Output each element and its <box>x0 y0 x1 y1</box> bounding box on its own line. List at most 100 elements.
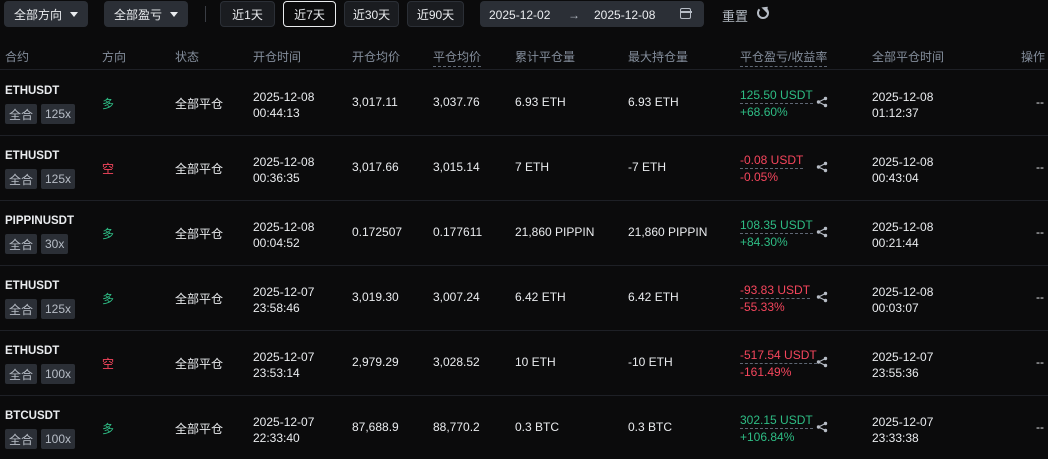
open-time: 23:58:46 <box>253 301 300 315</box>
pnl-amount[interactable]: -517.54 USDT <box>740 348 817 364</box>
status: 全部平仓 <box>175 357 224 371</box>
table-row: ETHUSDT 全合 100x 空 全部平仓 2025-12-07 23:53:… <box>0 331 1048 396</box>
cum-close-qty: 7 ETH <box>515 160 550 174</box>
open-datetime: 2025-12-08 00:36:35 <box>253 154 314 186</box>
leverage-badge: 125x <box>41 299 76 319</box>
max-hold-qty: 6.42 ETH <box>628 290 679 304</box>
direction-dropdown-label: 全部方向 <box>14 7 63 22</box>
action: -- <box>1036 355 1044 369</box>
range-7d-button[interactable]: 近7天 <box>283 1 336 27</box>
max-hold-qty: -10 ETH <box>628 355 673 369</box>
calendar-icon[interactable] <box>679 8 692 19</box>
max-hold-qty: 21,860 PIPPIN <box>628 225 708 239</box>
header-cum-close-qty: 累计平仓量 <box>515 50 576 64</box>
margin-mode-badge: 全合 <box>5 169 38 189</box>
open-avg-price: 2,979.29 <box>352 355 399 369</box>
cum-close-qty: 6.93 ETH <box>515 95 566 109</box>
open-date: 2025-12-07 <box>253 350 315 364</box>
open-avg-price: 87,688.9 <box>352 420 399 434</box>
range-30d-button[interactable]: 近30天 <box>344 1 399 27</box>
open-avg-price: 3,017.66 <box>352 160 399 174</box>
leverage-badge: 125x <box>41 104 76 124</box>
status: 全部平仓 <box>175 162 224 176</box>
close-date: 2025-12-07 <box>872 415 934 429</box>
header-open-time: 开仓时间 <box>253 50 302 64</box>
cum-close-qty: 10 ETH <box>515 355 556 369</box>
pnl-amount[interactable]: 302.15 USDT <box>740 413 813 429</box>
open-datetime: 2025-12-08 00:04:52 <box>253 219 314 251</box>
open-time: 00:36:35 <box>253 171 300 185</box>
range-1d-button[interactable]: 近1天 <box>220 1 275 27</box>
open-avg-price: 3,019.30 <box>352 290 399 304</box>
date-start[interactable]: 2025-12-02 <box>489 8 550 22</box>
header-open-avg: 开仓均价 <box>352 50 401 64</box>
symbol[interactable]: ETHUSDT <box>5 150 59 162</box>
max-hold-qty: -7 ETH <box>628 160 667 174</box>
table-row: ETHUSDT 全合 125x 多 全部平仓 2025-12-08 00:44:… <box>0 71 1048 136</box>
full-close-datetime: 2025-12-07 23:55:36 <box>872 349 933 381</box>
open-date: 2025-12-07 <box>253 415 315 429</box>
action: -- <box>1036 225 1044 239</box>
cum-close-qty: 6.42 ETH <box>515 290 566 304</box>
open-datetime: 2025-12-07 23:53:14 <box>253 349 314 381</box>
symbol[interactable]: ETHUSDT <box>5 280 59 292</box>
open-time: 00:44:13 <box>253 106 300 120</box>
open-avg-price: 3,017.11 <box>352 95 398 109</box>
margin-mode-badge: 全合 <box>5 234 38 254</box>
close-time: 23:33:38 <box>872 431 919 445</box>
share-icon[interactable] <box>816 356 828 368</box>
max-hold-qty: 0.3 BTC <box>628 420 673 434</box>
share-icon[interactable] <box>816 161 828 173</box>
symbol[interactable]: PIPPINUSDT <box>5 215 74 227</box>
share-icon[interactable] <box>816 291 828 303</box>
roi: +68.60% <box>740 105 788 119</box>
close-date: 2025-12-08 <box>872 155 934 169</box>
full-close-datetime: 2025-12-08 01:12:37 <box>872 89 933 121</box>
header-close-pnl[interactable]: 平仓盈亏/收益率 <box>740 48 828 67</box>
margin-mode-badge: 全合 <box>5 429 38 449</box>
open-datetime: 2025-12-07 23:58:46 <box>253 284 314 316</box>
reset-button[interactable]: 重置 <box>722 6 748 25</box>
close-pnl: -0.08 USDT -0.05% <box>740 152 804 186</box>
pnl-amount[interactable]: -0.08 USDT <box>740 153 804 169</box>
header-action: 操作 <box>1021 50 1046 64</box>
margin-mode-badge: 全合 <box>5 364 38 384</box>
header-max-hold-qty: 最大持仓量 <box>628 50 689 64</box>
direction: 空 <box>102 162 115 176</box>
share-icon[interactable] <box>816 226 828 238</box>
pnl-amount[interactable]: -93.83 USDT <box>740 283 811 299</box>
open-date: 2025-12-08 <box>253 155 315 169</box>
symbol[interactable]: ETHUSDT <box>5 85 59 97</box>
direction: 多 <box>102 227 115 241</box>
open-time: 22:33:40 <box>253 431 300 445</box>
pnl-dropdown[interactable]: 全部盈亏 <box>104 1 188 27</box>
header-close-avg[interactable]: 平仓均价 <box>433 48 482 67</box>
status: 全部平仓 <box>175 227 224 241</box>
range-90d-button[interactable]: 近90天 <box>407 1 464 27</box>
roi: -161.49% <box>740 365 792 379</box>
full-close-datetime: 2025-12-08 00:21:44 <box>872 219 933 251</box>
share-icon[interactable] <box>816 96 828 108</box>
close-avg-price: 3,028.52 <box>433 355 480 369</box>
close-pnl: 108.35 USDT +84.30% <box>740 217 813 251</box>
close-date: 2025-12-08 <box>872 90 934 104</box>
refresh-icon[interactable] <box>757 7 769 19</box>
open-avg-price: 0.172507 <box>352 225 403 239</box>
direction-dropdown[interactable]: 全部方向 <box>4 1 88 27</box>
action: -- <box>1036 290 1044 304</box>
pnl-amount[interactable]: 108.35 USDT <box>740 218 813 234</box>
date-end[interactable]: 2025-12-08 <box>594 8 655 22</box>
symbol[interactable]: BTCUSDT <box>5 410 60 422</box>
open-date: 2025-12-08 <box>253 220 315 234</box>
chevron-down-icon <box>70 11 78 17</box>
pnl-amount[interactable]: 125.50 USDT <box>740 88 813 104</box>
action: -- <box>1036 420 1044 434</box>
leverage-badge: 100x <box>41 429 76 449</box>
chevron-down-icon <box>170 11 178 17</box>
symbol[interactable]: ETHUSDT <box>5 345 59 357</box>
close-time: 00:03:07 <box>872 301 919 315</box>
share-icon[interactable] <box>816 421 828 433</box>
action: -- <box>1036 95 1044 109</box>
close-avg-price: 3,037.76 <box>433 95 480 109</box>
date-range-picker[interactable]: 2025-12-02 → 2025-12-08 <box>480 1 704 27</box>
